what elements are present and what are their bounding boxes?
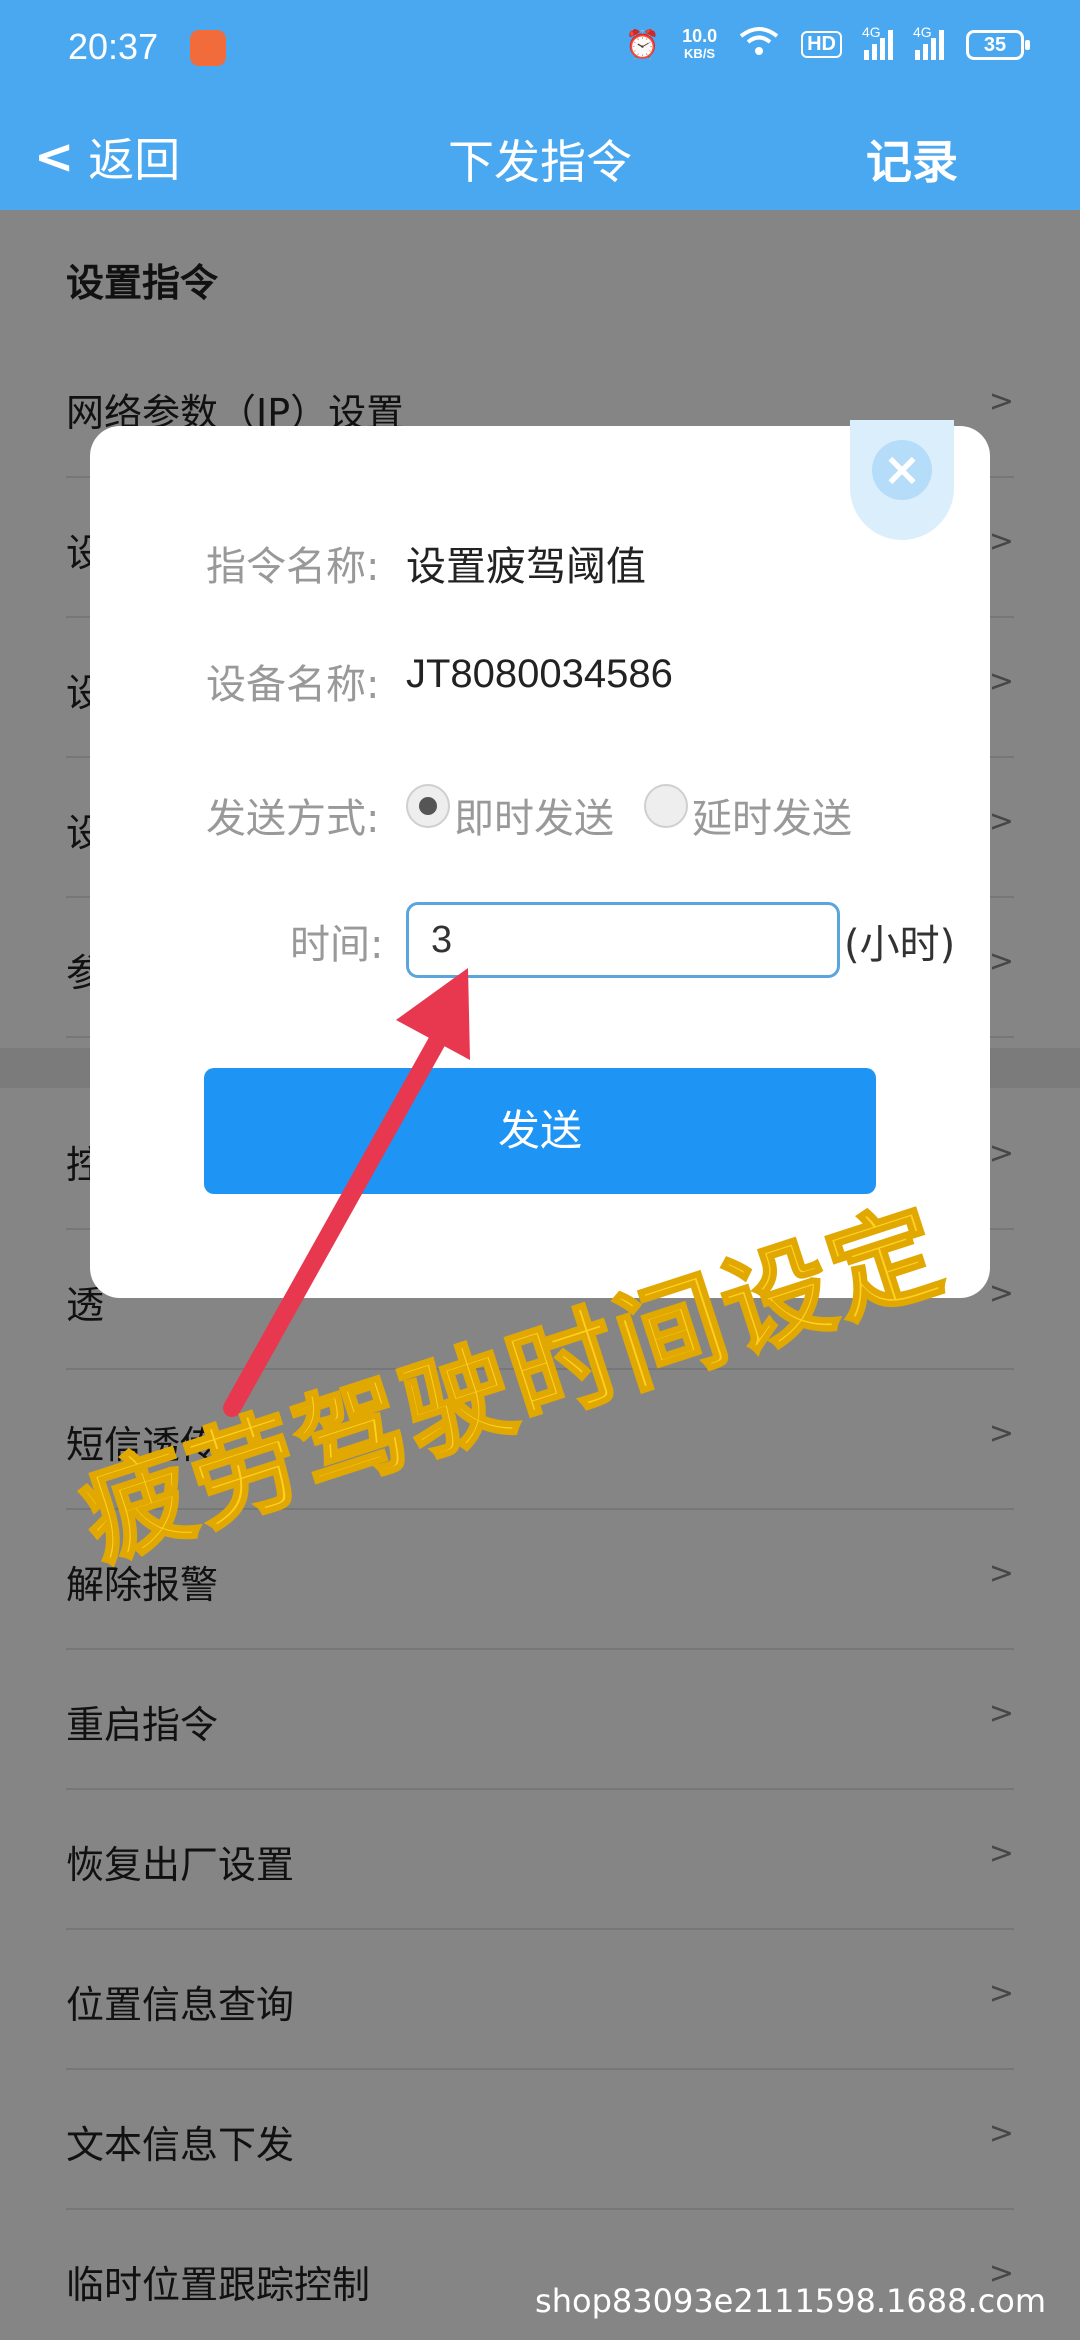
send-button[interactable]: 发送: [204, 1068, 876, 1194]
send-mode-key: 发送方式:: [206, 796, 380, 842]
hd-voice-icon: HD: [801, 31, 842, 58]
navbar: 下发指令 < 返回 记录: [0, 96, 1080, 210]
radio-delayed-label[interactable]: 延时发送: [692, 786, 852, 844]
close-button[interactable]: ×: [850, 420, 954, 540]
device-name-value: JT8080034586: [406, 652, 673, 696]
time-input[interactable]: 3: [406, 902, 840, 978]
radio-immediate[interactable]: [406, 784, 450, 828]
signal-icon-2: 4G: [913, 24, 944, 60]
wifi-icon: [739, 26, 779, 63]
command-name-value: 设置疲驾阈值: [406, 544, 646, 590]
app-notification-icon: [190, 30, 226, 66]
command-name-key: 指令名称:: [206, 544, 380, 590]
status-bar: 20:37 ⏰ 10.0 KB/S HD 4G 4G 35: [0, 0, 1080, 96]
back-label: 返回: [88, 133, 181, 187]
chevron-left-icon: <: [34, 129, 75, 185]
time-unit: (小时): [844, 922, 956, 968]
time-key: 时间:: [290, 922, 384, 968]
back-button[interactable]: < 返回: [34, 124, 180, 190]
status-time: 20:37: [68, 26, 159, 67]
radio-immediate-label[interactable]: 即时发送: [454, 786, 614, 844]
device-name-key: 设备名称:: [206, 662, 380, 708]
alarm-icon: ⏰: [625, 29, 661, 60]
close-icon: ×: [872, 440, 932, 500]
command-dialog: × 指令名称: 设置疲驾阈值 设备名称: JT8080034586 发送方式: …: [90, 420, 990, 1298]
signal-icon-1: 4G: [862, 24, 893, 60]
status-icons: ⏰ 10.0 KB/S HD 4G 4G 35: [625, 24, 1030, 63]
record-button[interactable]: 记录: [866, 126, 958, 192]
watermark: shop83093e2111598.1688.com: [535, 2282, 1046, 2320]
radio-delayed[interactable]: [644, 784, 688, 828]
net-speed: 10.0 KB/S: [682, 25, 718, 61]
battery-icon: 35: [966, 29, 1030, 60]
